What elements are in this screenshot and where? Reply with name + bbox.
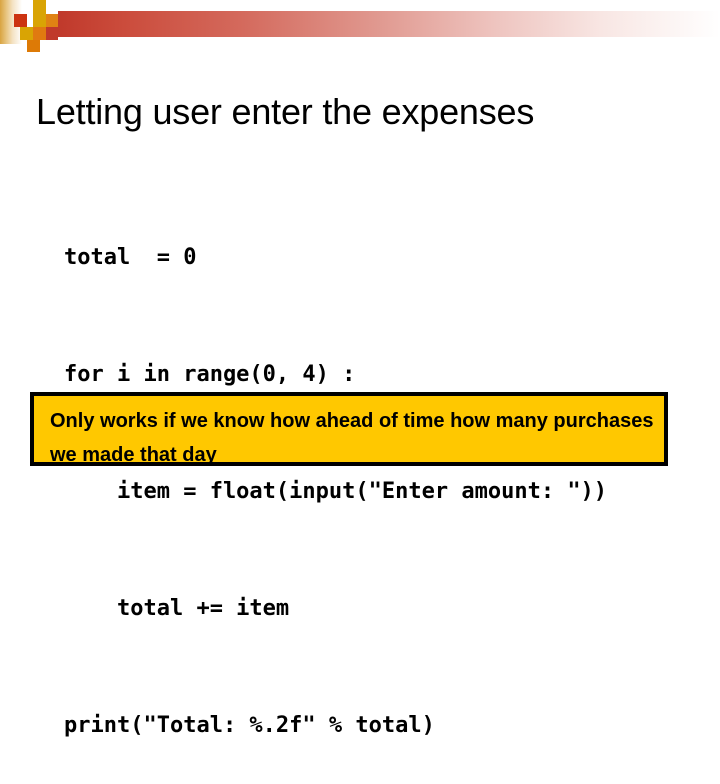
orange-square-foot — [27, 40, 40, 52]
gold-square-mid-a — [33, 14, 46, 27]
red-gradient-bar — [58, 11, 720, 37]
callout-text: Only works if we know how ahead of time … — [50, 410, 654, 466]
orange-square-lower — [33, 27, 46, 40]
code-line: total = 0 — [64, 245, 197, 270]
code-line: for i in range(0, 4) : — [64, 362, 356, 387]
gold-square-top — [33, 0, 46, 14]
code-line: item = float(input("Enter amount: ")) — [64, 479, 608, 504]
red-square-lower — [46, 27, 58, 40]
red-square-left — [14, 14, 27, 27]
header-decoration — [0, 0, 720, 56]
page-title: Letting user enter the expenses — [36, 91, 535, 133]
code-line: print("Total: %.2f" % total) — [64, 713, 435, 738]
code-line: total += item — [64, 596, 290, 621]
orange-square-mid — [46, 14, 58, 27]
code-block: total = 0 for i in range(0, 4) : item = … — [64, 160, 704, 784]
callout-box: Only works if we know how ahead of time … — [30, 392, 668, 466]
gold-square-lower — [20, 27, 33, 40]
